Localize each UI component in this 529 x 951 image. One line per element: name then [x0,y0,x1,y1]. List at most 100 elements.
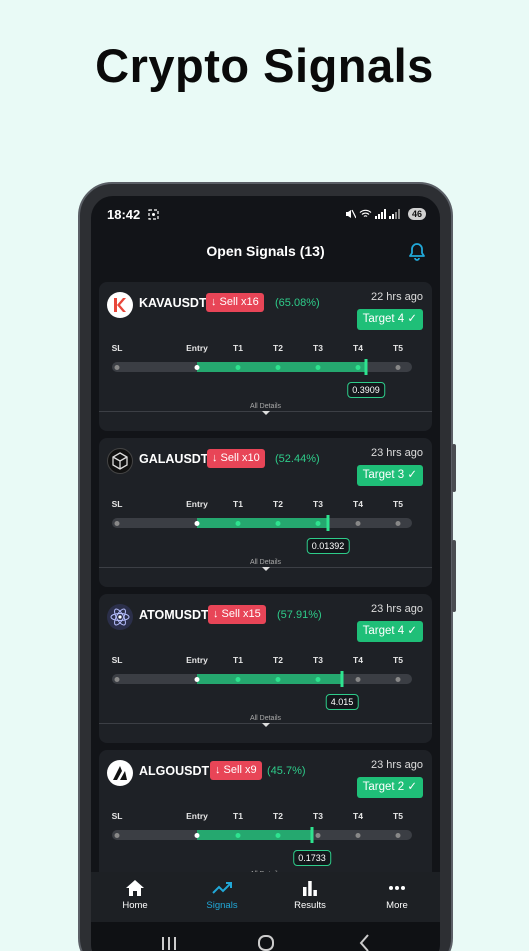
ladder-dot [275,520,281,526]
ladder-label-t4: T4 [353,499,363,509]
ladder-dot [275,832,281,838]
nav-results[interactable]: Results [266,879,354,911]
bar-chart-icon [303,881,317,896]
status-time: 18:42 [107,207,141,222]
signal-percent: (57.91%) [277,609,322,621]
gala-logo-icon [107,448,133,474]
all-details-label[interactable]: All Details [99,559,432,566]
ladder-dot [355,832,361,838]
ladder-label-entry: Entry [186,811,208,821]
ladder-label-t5: T5 [393,811,403,821]
ladder-dot [275,364,281,370]
power-button [452,540,456,612]
status-bar: 18:42 46 [91,196,440,230]
page-title: Open Signals (13) [206,243,325,259]
ladder-label-t1: T1 [233,499,243,509]
signal-icon [375,209,387,222]
ladder-label-t5: T5 [393,499,403,509]
ladder-dot [315,832,321,838]
ladder-dot [114,520,120,526]
signal-card[interactable]: KAVAUSDT ↓ Sell x16 (65.08%) 22 hrs ago … [99,282,432,431]
ladder-dot [395,676,401,682]
ladder-label-sl: SL [111,343,123,353]
target-badge: Target 4 ✓ [356,309,423,330]
price-marker [326,515,330,531]
ladder-labels: SL Entry T1 T2 T3 T4 T5 [99,343,432,355]
target-badge: Target 4 ✓ [356,621,423,642]
ladder-dot [235,832,241,838]
signal-time-ago: 22 hrs ago [371,291,423,303]
ladder-label-t5: T5 [393,655,403,665]
signal-card[interactable]: ATOMUSDT ↓ Sell x15 (57.91%) 23 hrs ago … [99,594,432,743]
bell-icon[interactable] [408,242,426,262]
price-marker [364,359,368,375]
signal-percent: (45.7%) [267,765,306,777]
signal-percent: (52.44%) [275,453,320,465]
ladder-dot [395,832,401,838]
ladder-dot [194,832,200,838]
sell-badge: ↓ Sell x15 [208,605,266,624]
trending-icon [212,882,232,894]
signal-symbol: ATOMUSDT [139,608,209,622]
back-icon[interactable] [353,932,377,951]
ladder-dot [355,520,361,526]
target-badge: Target 3 ✓ [356,465,423,486]
sell-badge: ↓ Sell x16 [206,293,264,312]
ladder-label-t4: T4 [353,811,363,821]
target-badge: Target 2 ✓ [356,777,423,798]
ladder-dot [235,364,241,370]
recents-icon[interactable] [157,932,181,951]
signal-percent: (65.08%) [275,297,320,309]
nav-home-label: Home [122,900,148,911]
ladder-label-sl: SL [111,499,123,509]
ladder-dot [315,364,321,370]
caret-down-icon[interactable] [261,723,270,727]
ladder-label-t5: T5 [393,343,403,353]
ladder-label-t3: T3 [313,499,323,509]
nav-more[interactable]: More [353,879,440,911]
caret-down-icon[interactable] [261,411,270,415]
current-price: 4.015 [325,694,359,710]
ladder-label-t2: T2 [273,811,283,821]
current-price: 0.01392 [306,538,350,554]
battery-badge: 46 [407,208,426,220]
home-button-icon[interactable] [254,932,278,951]
current-price: 0.3909 [347,382,385,398]
ladder-label-t2: T2 [273,655,283,665]
all-details-label[interactable]: All Details [99,403,432,410]
all-details-label[interactable]: All Details [99,715,432,722]
signal-symbol: KAVAUSDT [139,296,207,310]
wifi-icon [359,209,372,222]
nav-home[interactable]: Home [91,879,179,911]
nav-signals-label: Signals [206,900,238,911]
nav-signals[interactable]: Signals [178,879,266,911]
ladder-label-t4: T4 [353,343,363,353]
price-marker [340,671,344,687]
nav-results-label: Results [294,900,326,911]
home-icon [126,880,144,896]
signal-time-ago: 23 hrs ago [371,447,423,459]
ladder-label-t4: T4 [353,655,363,665]
signal-list: KAVAUSDT ↓ Sell x16 (65.08%) 22 hrs ago … [99,282,432,906]
atom-logo-icon [107,604,133,630]
progress-fill [197,362,366,372]
ladder-label-t3: T3 [313,343,323,353]
ladder-labels: SL Entry T1 T2 T3 T4 T5 [99,655,432,667]
caret-down-icon[interactable] [261,567,270,571]
phone-frame: 18:42 46 Open Signals (13) KAVAUSDT ↓ Se… [78,182,456,951]
ladder-dot [194,520,200,526]
ladder-label-t1: T1 [233,343,243,353]
signal-icon-2 [389,209,401,222]
progress-fill [197,518,328,528]
ladder-label-t2: T2 [273,343,283,353]
ladder-label-entry: Entry [186,499,208,509]
price-marker [310,827,314,843]
ladder-dot [315,676,321,682]
ladder-label-entry: Entry [186,343,208,353]
ladder-dot [114,832,120,838]
ladder-dot [114,364,120,370]
ladder-dot [194,676,200,682]
phone-screen: 18:42 46 Open Signals (13) KAVAUSDT ↓ Se… [91,196,440,951]
signal-card[interactable]: GALAUSDT ↓ Sell x10 (52.44%) 23 hrs ago … [99,438,432,587]
signal-time-ago: 23 hrs ago [371,759,423,771]
